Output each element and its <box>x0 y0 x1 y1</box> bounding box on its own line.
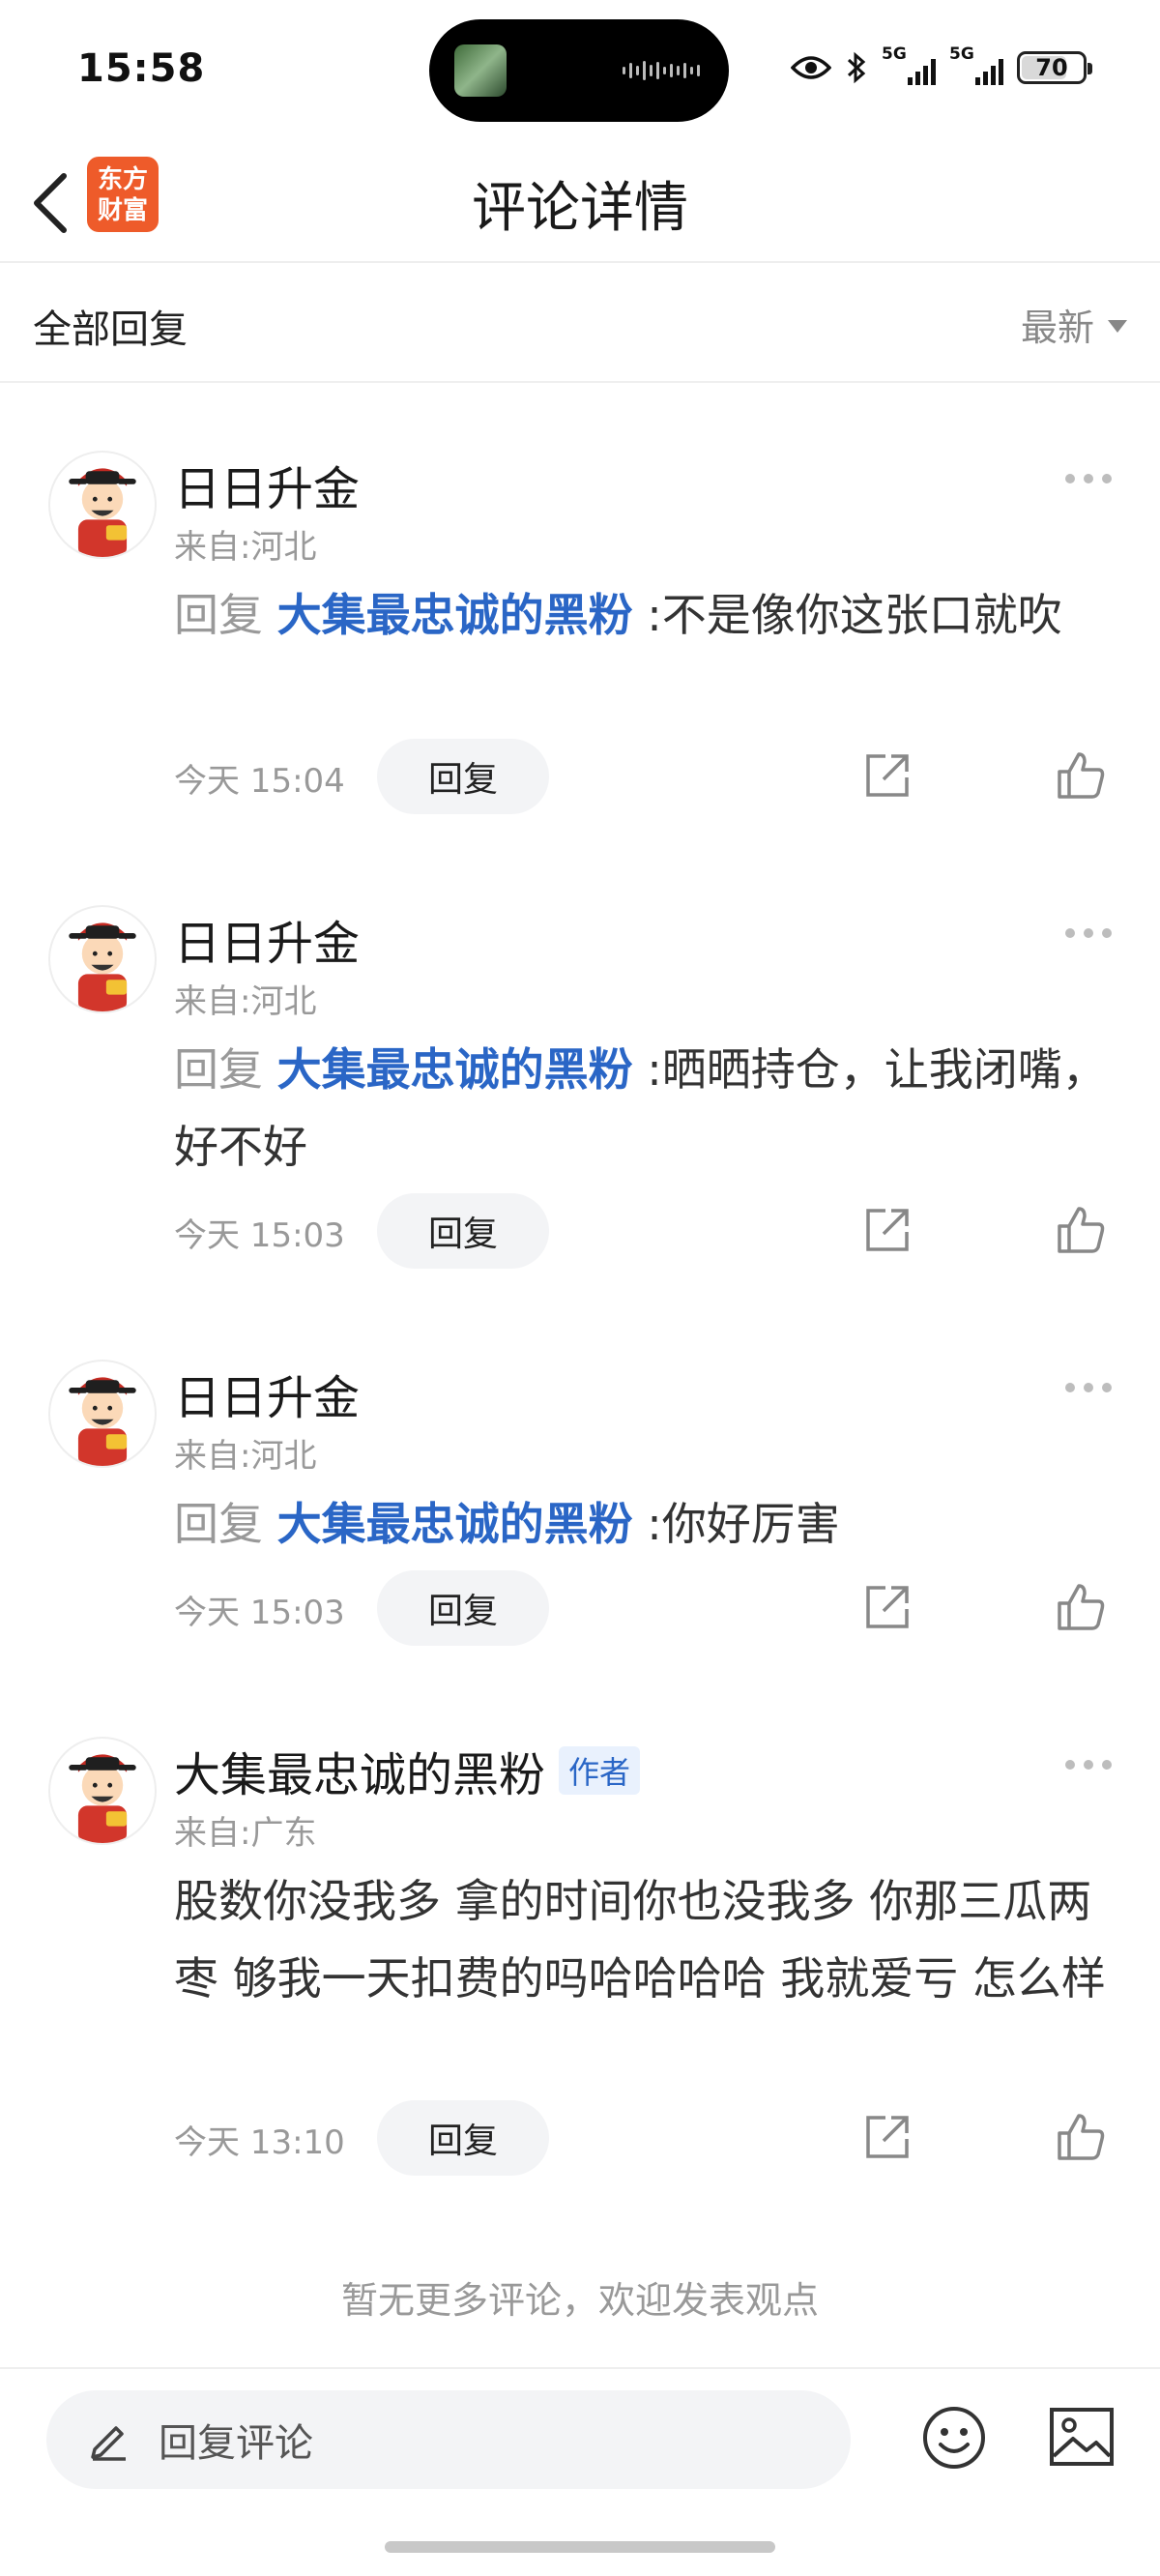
like-icon[interactable] <box>1054 1203 1108 1257</box>
status-bar: 15:58 5G 5G 70 <box>0 0 1160 145</box>
emoji-icon[interactable] <box>920 2404 988 2472</box>
comment-time: 今天 13:10 <box>174 2123 345 2162</box>
dynamic-island[interactable] <box>429 19 729 122</box>
god-of-wealth-avatar-icon <box>69 1754 136 1843</box>
media-thumbnail <box>454 44 507 97</box>
separator: : <box>647 1498 662 1550</box>
more-icon[interactable] <box>1065 928 1112 938</box>
caret-down-icon <box>1108 320 1127 333</box>
like-icon[interactable] <box>1054 748 1108 803</box>
bottom-bar: 回复评论 <box>0 2367 1160 2576</box>
reply-prefix: 回复 <box>174 1043 263 1096</box>
username-text: 日日升金 <box>174 462 361 516</box>
comment-location: 来自:河北 <box>174 982 317 1021</box>
separator: : <box>647 1043 662 1096</box>
reply-button[interactable]: 回复 <box>377 2100 549 2176</box>
comment-footer: 今天 15:03 回复 <box>174 1570 1121 1646</box>
share-icon[interactable] <box>860 1203 914 1257</box>
avatar[interactable] <box>48 1360 157 1468</box>
comment-footer: 今天 13:10 回复 <box>174 2100 1121 2176</box>
comment-username[interactable]: 日日升金 <box>174 451 360 518</box>
filter-bar: 全部回复 最新 <box>0 265 1160 383</box>
reply-prefix: 回复 <box>174 1498 263 1550</box>
comment-location: 来自:河北 <box>174 1437 317 1476</box>
avatar[interactable] <box>48 451 157 559</box>
mention-link[interactable]: 大集最忠诚的黑粉 <box>277 1043 633 1096</box>
comment-text: 回复 大集最忠诚的黑粉 :你好厉害 <box>174 1485 1121 1563</box>
comment-content: 不是像你这张口就吹 <box>661 589 1062 641</box>
username-text: 日日升金 <box>174 917 361 971</box>
signal-1-icon: 5G <box>882 44 936 87</box>
more-icon[interactable] <box>1065 1383 1112 1392</box>
reply-comment-input[interactable]: 回复评论 <box>46 2390 851 2489</box>
reply-prefix: 回复 <box>174 589 263 641</box>
avatar[interactable] <box>48 905 157 1013</box>
author-badge: 作者 <box>559 1746 641 1795</box>
all-replies-label: 全部回复 <box>33 307 188 352</box>
avatar[interactable] <box>48 1737 157 1845</box>
username-text: 大集最忠诚的黑粉 <box>174 1748 546 1802</box>
like-icon[interactable] <box>1054 2110 1108 2164</box>
image-icon[interactable] <box>1048 2406 1116 2470</box>
home-indicator[interactable] <box>385 2541 775 2553</box>
god-of-wealth-avatar-icon <box>69 922 136 1011</box>
page-title: 评论详情 <box>472 177 688 240</box>
comment-time: 今天 15:03 <box>174 1216 345 1255</box>
no-more-comments-text: 暂无更多评论，欢迎发表观点 <box>340 2279 819 2322</box>
god-of-wealth-avatar-icon <box>69 1377 136 1466</box>
comment-time: 今天 15:04 <box>174 762 345 801</box>
mention-link[interactable]: 大集最忠诚的黑粉 <box>277 1498 633 1550</box>
comment-content: 股数你没我多 拿的时间你也没我多 你那三瓜两枣 够我一天扣费的吗哈哈哈哈 我就爱… <box>174 1875 1106 2005</box>
comment-username[interactable]: 日日升金 <box>174 905 360 973</box>
comment-footer: 今天 15:03 回复 <box>174 1193 1121 1269</box>
bluetooth-icon <box>847 51 866 84</box>
pencil-icon <box>91 2426 126 2461</box>
more-icon[interactable] <box>1065 474 1112 483</box>
comment-content: 你好厉害 <box>661 1498 840 1550</box>
eye-icon <box>791 56 831 79</box>
sort-dropdown[interactable]: 最新 <box>1021 298 1127 351</box>
like-icon[interactable] <box>1054 1580 1108 1634</box>
more-icon[interactable] <box>1065 1760 1112 1770</box>
comment-location: 来自:广东 <box>174 1814 317 1853</box>
signal-2-icon: 5G <box>949 44 1003 87</box>
share-icon[interactable] <box>860 748 914 803</box>
comment-text: 回复 大集最忠诚的黑粉 :不是像你这张口就吹 <box>174 576 1121 654</box>
nav-bar: 东方 财富 评论详情 <box>0 145 1160 263</box>
input-placeholder: 回复评论 <box>159 2421 313 2466</box>
comment-text: 股数你没我多 拿的时间你也没我多 你那三瓜两枣 够我一天扣费的吗哈哈哈哈 我就爱… <box>174 1862 1121 2017</box>
username-text: 日日升金 <box>174 1371 361 1425</box>
battery-percent: 70 <box>1035 54 1068 81</box>
sort-label: 最新 <box>1020 307 1094 349</box>
comment-location: 来自:河北 <box>174 528 317 567</box>
share-icon[interactable] <box>860 1580 914 1634</box>
audio-wave-icon <box>623 58 700 83</box>
reply-button[interactable]: 回复 <box>377 1570 549 1646</box>
status-time: 15:58 <box>77 46 206 91</box>
comment-time: 今天 15:03 <box>174 1594 345 1632</box>
reply-button[interactable]: 回复 <box>377 1193 549 1269</box>
comment-username[interactable]: 日日升金 <box>174 1360 360 1427</box>
comment-username[interactable]: 大集最忠诚的黑粉 作者 <box>174 1737 641 1804</box>
mention-link[interactable]: 大集最忠诚的黑粉 <box>277 589 633 641</box>
comment-footer: 今天 15:04 回复 <box>174 739 1121 814</box>
share-icon[interactable] <box>860 2110 914 2164</box>
battery-icon: 70 <box>1017 51 1092 84</box>
reply-button[interactable]: 回复 <box>377 739 549 814</box>
separator: : <box>647 589 662 641</box>
god-of-wealth-avatar-icon <box>69 468 136 557</box>
comment-text: 回复 大集最忠诚的黑粉 :晒晒持仓，让我闭嘴，好不好 <box>174 1031 1121 1186</box>
